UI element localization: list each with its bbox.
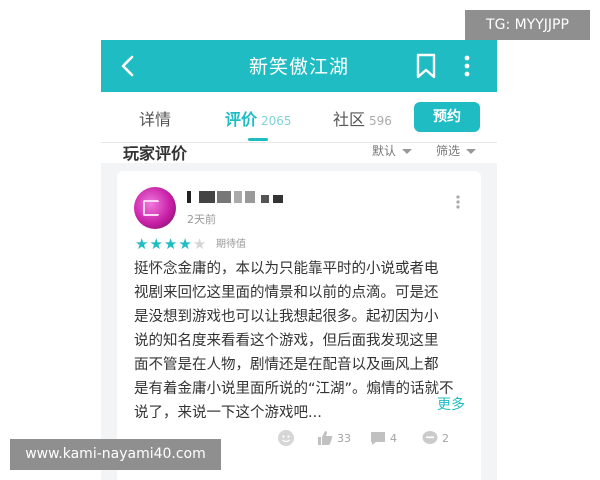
section-title: 玩家评价 bbox=[123, 144, 188, 163]
caret-down-icon bbox=[402, 149, 413, 154]
tab-community[interactable]: 社区 596 bbox=[333, 106, 392, 130]
watermark-bottom: www.kami-nayami40.com bbox=[10, 439, 221, 470]
tab-bar: 详情 评价 2065 社区 596 预约 bbox=[101, 92, 497, 143]
chat-bubble-icon bbox=[422, 431, 438, 444]
share-count: 2 bbox=[442, 431, 449, 445]
tab-details[interactable]: 详情 bbox=[139, 106, 171, 130]
bookmark-icon bbox=[416, 53, 436, 79]
more-vertical-icon bbox=[456, 195, 460, 209]
app-screen: 新笑傲江湖 详情 评价 2065 社区 596 预约 玩家评价 默认 筛选 2天… bbox=[101, 40, 497, 480]
tab-count: 2065 bbox=[261, 114, 292, 128]
star-filled-icon: ★ bbox=[178, 235, 192, 253]
review-text: 挺怀念金庸的，本以为只能靠平时的小说或者电 视剧来回忆这里面的情景和以前的点滴。… bbox=[134, 261, 454, 421]
star-filled-icon: ★ bbox=[135, 235, 149, 253]
tab-label: 评价 bbox=[225, 110, 258, 129]
star-filled-icon: ★ bbox=[163, 235, 178, 253]
sort-dropdown[interactable]: 默认 bbox=[372, 143, 413, 159]
bookmark-button[interactable] bbox=[413, 51, 439, 81]
emoji-button[interactable] bbox=[277, 429, 295, 447]
tab-count: 596 bbox=[369, 114, 392, 128]
more-vertical-icon bbox=[464, 55, 470, 77]
sort-label: 默认 bbox=[372, 144, 397, 158]
share-button[interactable]: 2 bbox=[421, 429, 449, 447]
star-empty-icon: ★ bbox=[192, 235, 207, 253]
app-bar: 新笑傲江湖 bbox=[101, 40, 497, 92]
like-button[interactable]: 33 bbox=[316, 429, 351, 447]
like-count: 33 bbox=[337, 431, 351, 445]
username-redacted bbox=[187, 189, 287, 205]
comment-count: 4 bbox=[390, 431, 397, 445]
comment-button[interactable]: 4 bbox=[369, 429, 397, 447]
comment-icon bbox=[371, 432, 385, 445]
star-filled-icon: ★ bbox=[149, 235, 163, 253]
star-rating: ★★★★★ bbox=[135, 234, 207, 253]
reviews-header: 玩家评价 默认 筛选 bbox=[101, 143, 497, 163]
filter-dropdown[interactable]: 筛选 bbox=[436, 143, 477, 159]
smiley-icon bbox=[278, 430, 294, 446]
review-card[interactable]: 2天前 ★★★★★ 期待值 挺怀念金庸的，本以为只能靠平时的小说或者电 视剧来回… bbox=[117, 171, 481, 480]
filter-label: 筛选 bbox=[436, 144, 461, 158]
tab-reviews[interactable]: 评价 2065 bbox=[225, 106, 292, 130]
tab-label: 详情 bbox=[139, 110, 172, 129]
watermark-top: TG: MYYJJPP bbox=[465, 10, 590, 40]
active-tab-indicator bbox=[248, 138, 268, 141]
review-time: 2天前 bbox=[187, 213, 216, 226]
read-more-link[interactable]: 更多 bbox=[437, 394, 465, 414]
reserve-button[interactable]: 预约 bbox=[414, 102, 480, 132]
avatar[interactable] bbox=[134, 187, 176, 229]
review-more-button[interactable] bbox=[454, 193, 462, 211]
caret-down-icon bbox=[466, 149, 477, 154]
tab-label: 社区 bbox=[333, 110, 366, 129]
rating-label: 期待值 bbox=[216, 239, 246, 250]
more-options-button[interactable] bbox=[459, 51, 475, 81]
thumbs-up-icon bbox=[318, 431, 333, 445]
